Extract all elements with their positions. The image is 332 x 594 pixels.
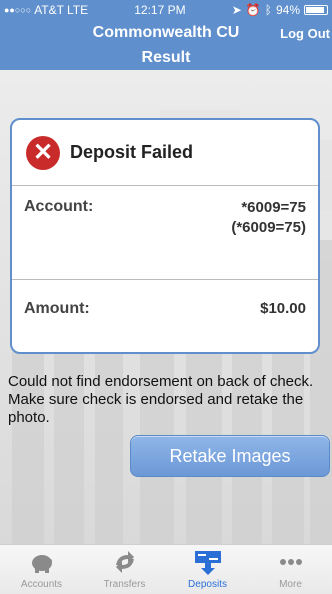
- network-label: LTE: [66, 3, 89, 17]
- piggy-bank-icon: [31, 555, 52, 573]
- status-left: ●●○○○ AT&T LTE: [4, 3, 88, 17]
- nav-bar: Commonwealth CU Log Out Result: [0, 20, 332, 70]
- deposit-check-icon: [194, 551, 221, 575]
- tab-more[interactable]: More: [258, 545, 324, 594]
- signal-strength-icon: ●●○○○: [4, 5, 32, 15]
- result-title: Deposit Failed: [70, 142, 194, 162]
- error-message: Could not find endorsement on back of ch…: [8, 373, 314, 426]
- status-time: 12:17 PM: [134, 3, 186, 17]
- tab-transfers[interactable]: Transfers: [92, 545, 158, 594]
- tab-label-deposits: Deposits: [188, 579, 227, 590]
- battery-percent: 94%: [275, 3, 300, 17]
- amount-label: Amount:: [24, 300, 90, 317]
- logout-button[interactable]: Log Out: [280, 26, 330, 41]
- battery-icon: [304, 5, 328, 15]
- location-icon: ➤: [231, 3, 242, 17]
- content-area: ✕ Deposit Failed Account: *6009=75 (*600…: [0, 70, 332, 544]
- account-row: Account: *6009=75 (*6009=75): [12, 186, 318, 280]
- carrier-label: AT&T: [34, 3, 64, 17]
- amount-value: $10.00: [260, 300, 306, 317]
- account-value: *6009=75 (*6009=75): [231, 198, 306, 279]
- tab-bar: Accounts Transfers Deposits More: [0, 544, 332, 594]
- tab-deposits[interactable]: Deposits: [175, 545, 241, 594]
- tab-accounts[interactable]: Accounts: [9, 545, 75, 594]
- error-icon: ✕: [26, 135, 60, 170]
- tab-label-transfers: Transfers: [103, 579, 146, 590]
- account-label: Account:: [24, 198, 94, 215]
- tab-label-accounts: Accounts: [20, 579, 63, 590]
- bluetooth-icon: ᛒ: [264, 3, 272, 17]
- page-title: Result: [141, 49, 191, 66]
- account-value-secondary: (*6009=75): [231, 219, 306, 236]
- status-bar: ●●○○○ AT&T LTE 12:17 PM ➤ ⏰ ᛒ 94%: [0, 0, 332, 20]
- result-header: ✕ Deposit Failed: [12, 120, 318, 186]
- result-card: ✕ Deposit Failed Account: *6009=75 (*600…: [10, 118, 320, 354]
- status-right: ➤ ⏰ ᛒ 94%: [232, 3, 328, 17]
- transfer-arrows-icon: [115, 551, 134, 573]
- tab-label-more: More: [279, 579, 302, 590]
- amount-row: Amount: $10.00: [12, 280, 318, 338]
- account-value-primary: *6009=75: [241, 199, 306, 216]
- retake-images-button[interactable]: Retake Images: [130, 435, 330, 477]
- more-dots-icon: [279, 559, 302, 565]
- alarm-icon: ⏰: [245, 3, 261, 17]
